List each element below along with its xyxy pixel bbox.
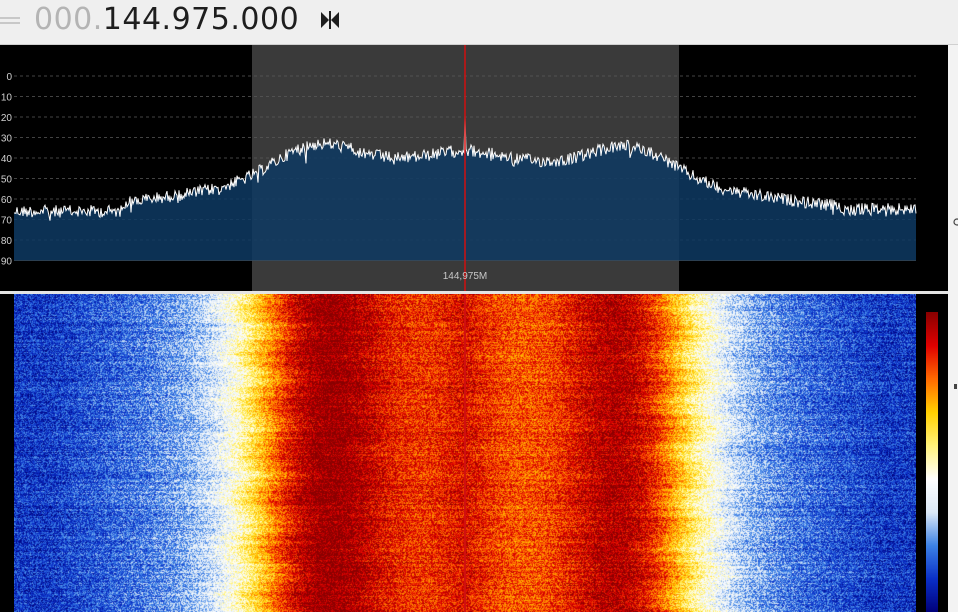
y-axis-label: 0 xyxy=(6,72,12,83)
y-axis-label: 20 xyxy=(1,113,13,124)
y-axis-label: 30 xyxy=(1,134,13,145)
waterfall-overlay xyxy=(464,294,466,612)
y-axis-label: 70 xyxy=(1,216,13,227)
waterfall-color-scale xyxy=(926,312,938,612)
y-axis-label: 80 xyxy=(1,236,13,247)
waterfall-panel[interactable] xyxy=(0,294,948,612)
y-axis-label: 10 xyxy=(1,93,13,104)
frequency-main-digits[interactable]: 144.975.000 xyxy=(103,2,299,37)
frequency-toolbar: 000.144.975.000 xyxy=(0,0,958,45)
y-axis-label: 60 xyxy=(1,195,13,206)
partial-label-icon xyxy=(953,218,958,226)
y-axis-label: 40 xyxy=(1,154,13,165)
drag-handle-icon[interactable] xyxy=(0,13,22,31)
y-axis-label: 50 xyxy=(1,175,13,186)
frequency-leading-digits[interactable]: 000. xyxy=(34,2,103,37)
tuning-lock-icon[interactable] xyxy=(319,9,341,31)
center-frequency-label: 144,975M xyxy=(443,271,487,282)
partial-marker-icon xyxy=(954,384,957,389)
spectrum-panel[interactable]: 0 10 20 30 40 50 60 70 80 90 144,975M xyxy=(0,45,948,291)
spectrum-plot[interactable]: 0 10 20 30 40 50 60 70 80 90 144,975M xyxy=(0,45,948,291)
y-axis-label: 90 xyxy=(1,257,13,268)
frequency-display[interactable]: 000.144.975.000 xyxy=(34,2,299,38)
y-axis-labels: 0 10 20 30 40 50 60 70 80 90 xyxy=(1,72,13,268)
right-edge-strip xyxy=(948,45,958,612)
